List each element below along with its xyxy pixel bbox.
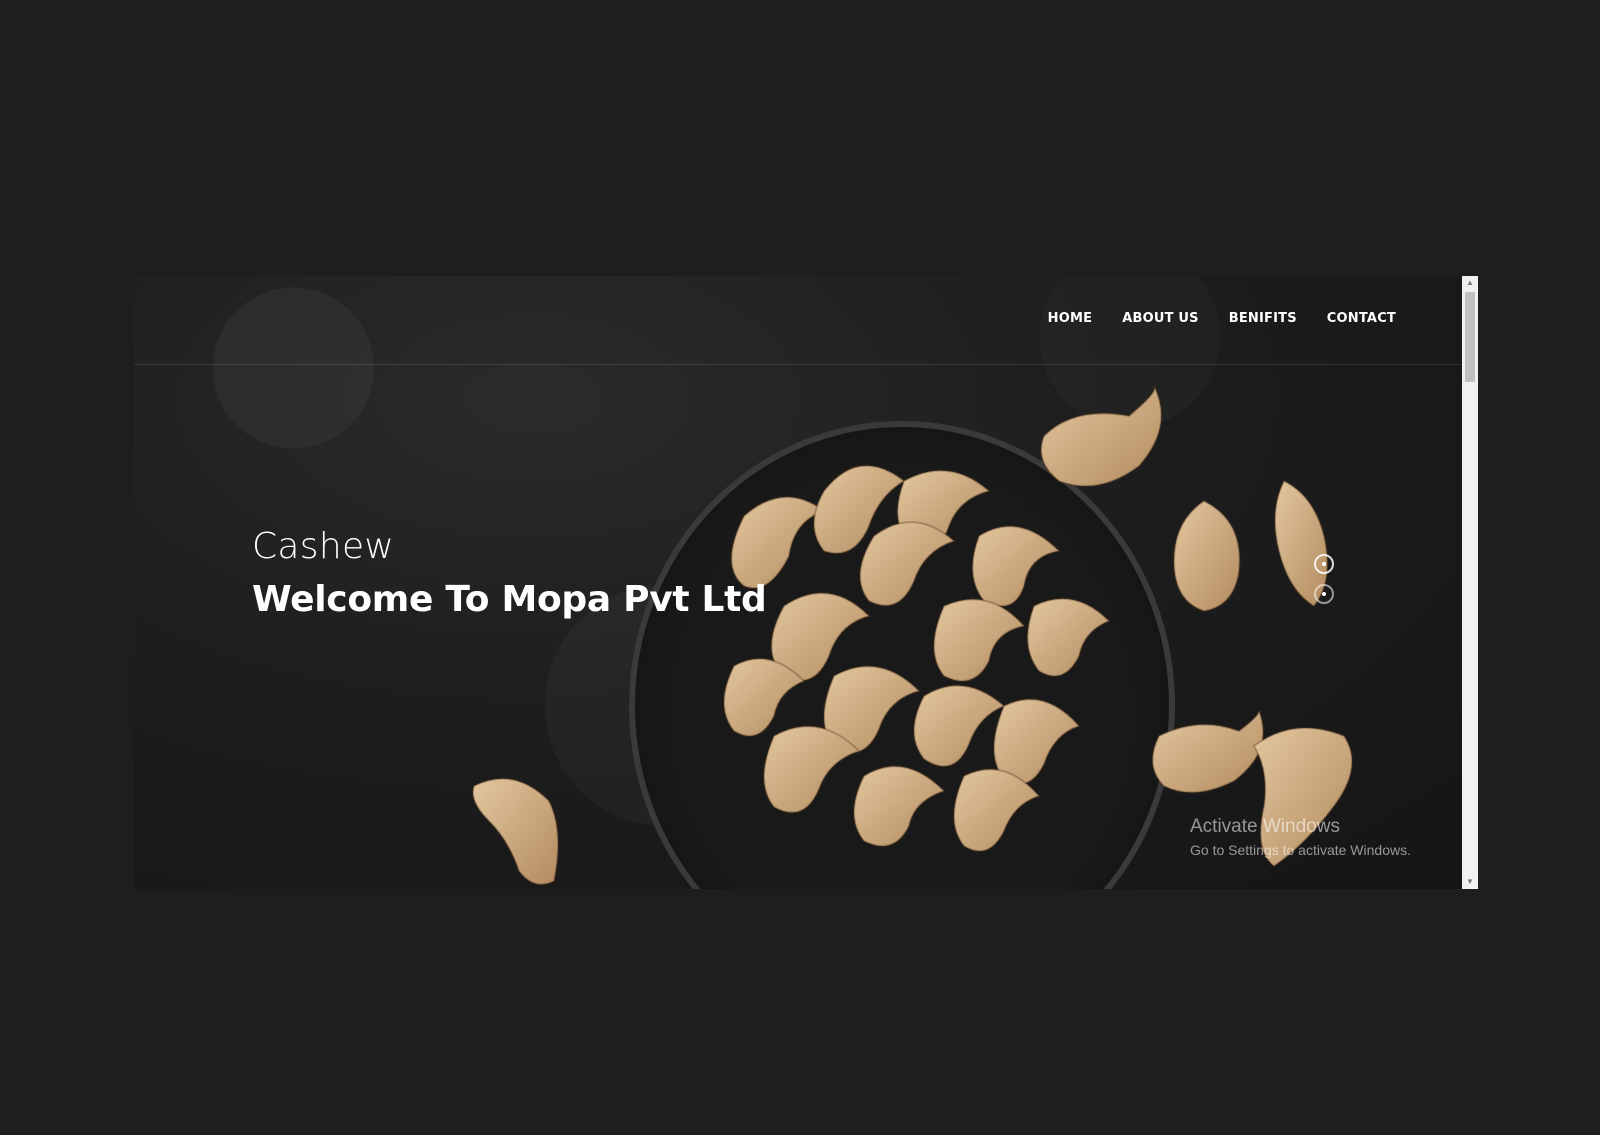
hero-subtitle: Cashew [252, 526, 395, 567]
hero-title: Welcome To Mopa Pvt Ltd [252, 579, 767, 620]
scroll-up-arrow-icon[interactable]: ▲ [1462, 276, 1478, 290]
site-header: HOME ABOUT US BENIFITS CONTACT [134, 276, 1462, 365]
scroll-down-arrow-icon[interactable]: ▼ [1462, 875, 1478, 889]
nav-home-link[interactable]: HOME [1048, 311, 1093, 326]
hero-text: Cashew Welcome To Mopa Pvt Ltd [252, 526, 767, 620]
watermark-message: Go to Settings to activate Windows. [1190, 842, 1411, 858]
slider-pagination [1314, 554, 1334, 604]
windows-activation-watermark: Activate Windows Go to Settings to activ… [1190, 816, 1411, 858]
nav-contact-link[interactable]: CONTACT [1327, 311, 1396, 326]
main-navigation: HOME ABOUT US BENIFITS CONTACT [1048, 311, 1396, 326]
slider-dot-2[interactable] [1314, 584, 1334, 604]
watermark-title: Activate Windows [1190, 816, 1340, 837]
website-page: HOME ABOUT US BENIFITS CONTACT Cashew We… [134, 276, 1462, 889]
browser-viewport-frame: HOME ABOUT US BENIFITS CONTACT Cashew We… [134, 276, 1478, 889]
scroll-thumb[interactable] [1465, 292, 1475, 382]
slider-dot-1[interactable] [1314, 554, 1334, 574]
nav-about-us-link[interactable]: ABOUT US [1122, 311, 1199, 326]
vertical-scrollbar[interactable]: ▲ ▼ [1462, 276, 1478, 889]
nav-benefits-link[interactable]: BENIFITS [1229, 311, 1297, 326]
